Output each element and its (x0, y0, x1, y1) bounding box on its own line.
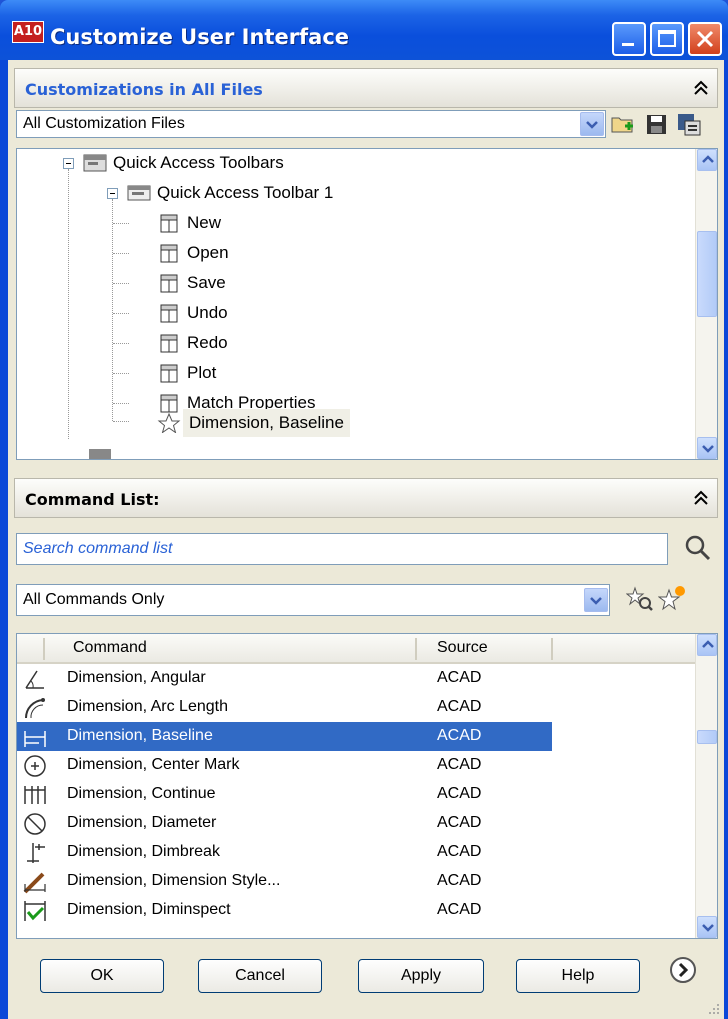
toolbar-group-icon (83, 154, 107, 172)
table-row[interactable]: Dimension, Diameter ACAD (17, 809, 697, 838)
table-row-selected[interactable]: Dimension, Baseline ACAD (17, 722, 697, 751)
table-row[interactable]: Dimension, Angular ACAD (17, 664, 697, 693)
column-header-command[interactable]: Command (73, 639, 147, 657)
save-icon[interactable] (644, 112, 670, 136)
command-icon (160, 274, 178, 293)
command-icon (160, 334, 178, 353)
close-button[interactable] (688, 22, 722, 56)
dim-baseline-icon (24, 731, 46, 747)
scroll-down-button[interactable] (697, 437, 717, 459)
scroll-thumb[interactable] (697, 730, 717, 744)
scroll-up-button[interactable] (697, 634, 717, 656)
dialog-client-area: Customizations in All Files All Customiz… (8, 60, 724, 1019)
chevron-down-icon[interactable] (584, 588, 608, 612)
apply-button[interactable]: Apply (358, 959, 484, 993)
command-icon (160, 244, 178, 263)
tree-item-dimension-baseline[interactable]: Dimension, Baseline (157, 409, 457, 437)
command-list-scrollbar[interactable] (695, 634, 717, 938)
open-file-icon[interactable] (610, 112, 636, 136)
maximize-icon (658, 30, 676, 47)
scroll-down-button[interactable] (697, 916, 717, 938)
title-bar[interactable]: A10 Customize User Interface (0, 0, 728, 60)
toolbar-icon (127, 185, 151, 201)
command-list-header[interactable]: Command List: (14, 478, 718, 518)
table-row[interactable]: Dimension, Continue ACAD (17, 780, 697, 809)
table-row[interactable]: Dimension, Dimension Style... ACAD (17, 867, 697, 896)
minimize-button[interactable] (612, 22, 646, 56)
dim-style-icon (23, 872, 46, 894)
scroll-thumb[interactable] (697, 231, 717, 317)
resize-grip-icon[interactable] (706, 1001, 720, 1015)
dim-continue-icon (24, 786, 46, 804)
tree-scrollbar[interactable] (695, 149, 717, 459)
customization-files-combo[interactable]: All Customization Files (16, 110, 606, 138)
command-search-field[interactable] (16, 533, 668, 565)
collapse-icon[interactable] (691, 489, 711, 509)
new-command-icon[interactable] (658, 584, 688, 612)
command-filter-combo[interactable]: All Commands Only (16, 584, 610, 616)
chevron-down-icon (702, 924, 714, 932)
window-title: Customize User Interface (50, 25, 350, 49)
command-filter-value: All Commands Only (23, 591, 165, 608)
table-row[interactable]: Dimension, Diminspect ACAD (17, 896, 697, 925)
dim-angular-icon (25, 670, 44, 689)
maximize-button[interactable] (650, 22, 684, 56)
collapse-quick-access-toolbars[interactable] (63, 158, 74, 169)
tree-item-ribbon-partial[interactable] (63, 437, 183, 459)
command-list-header-row: Command Source (17, 634, 697, 664)
customize-ui-window: A10 Customize User Interface Customizati… (0, 0, 728, 1019)
collapse-icon[interactable] (691, 79, 711, 99)
ribbon-icon (89, 449, 111, 459)
customizations-header-label: Customizations in All Files (25, 80, 263, 99)
chevron-up-icon (702, 640, 714, 648)
chevron-right-icon (678, 962, 689, 978)
save-as-icon[interactable] (676, 112, 702, 136)
table-row[interactable]: Dimension, Arc Length ACAD (17, 693, 697, 722)
table-row[interactable]: Dimension, Dimbreak ACAD (17, 838, 697, 867)
command-list-header-label: Command List: (25, 490, 160, 509)
star-icon (157, 413, 181, 433)
scroll-up-button[interactable] (697, 149, 717, 171)
search-icon[interactable] (684, 534, 712, 562)
collapse-quick-access-toolbar-1[interactable] (107, 188, 118, 199)
chevron-down-icon (702, 445, 714, 453)
command-search-input[interactable] (21, 535, 661, 563)
close-icon (696, 30, 714, 48)
customization-files-value: All Customization Files (23, 115, 185, 132)
command-icon (160, 364, 178, 383)
dim-arc-length-icon (24, 698, 45, 719)
dim-center-mark-icon (24, 755, 46, 777)
command-icon (160, 304, 178, 323)
chevron-down-icon[interactable] (580, 112, 604, 136)
command-list[interactable]: Command Source Dimension, Angular ACAD D… (16, 633, 718, 939)
command-icon (160, 214, 178, 233)
cancel-button[interactable]: Cancel (198, 959, 322, 993)
column-header-source[interactable]: Source (437, 639, 488, 657)
dim-break-icon (27, 843, 45, 863)
customization-tree[interactable]: Quick Access Toolbars Quick Access Toolb… (16, 148, 718, 460)
ok-button[interactable]: OK (40, 959, 164, 993)
dim-diameter-icon (24, 813, 46, 835)
dim-inspect-icon (24, 901, 46, 921)
expand-dialog-button[interactable] (670, 957, 696, 983)
minimize-icon (622, 43, 634, 46)
autocad-app-icon: A10 (12, 21, 44, 43)
customizations-header[interactable]: Customizations in All Files (14, 68, 718, 108)
chevron-up-icon (702, 155, 714, 163)
find-command-icon[interactable] (626, 586, 654, 612)
table-row[interactable]: Dimension, Center Mark ACAD (17, 751, 697, 780)
help-button[interactable]: Help (516, 959, 640, 993)
